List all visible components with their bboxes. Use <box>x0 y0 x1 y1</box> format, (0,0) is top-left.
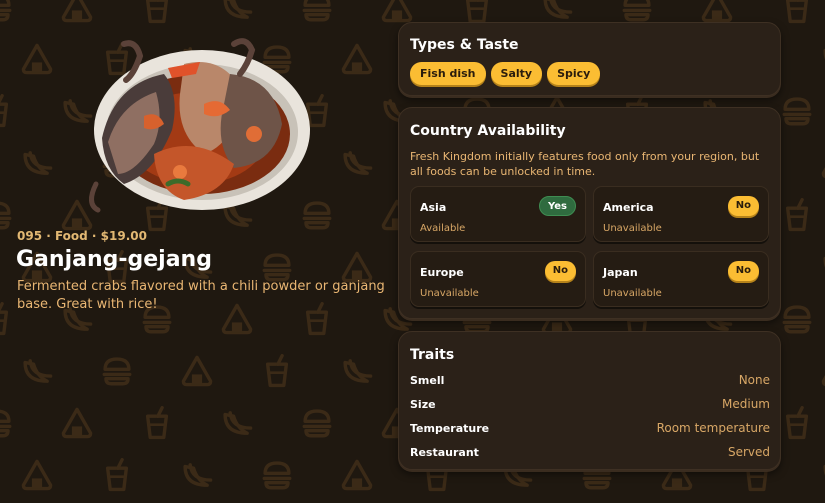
burger-icon <box>262 461 292 490</box>
tag-salty[interactable]: Salty <box>490 62 543 85</box>
burger-icon <box>302 0 332 22</box>
country-status: Unavailable <box>603 288 662 299</box>
banana-icon <box>343 151 373 175</box>
drink-cup-icon <box>145 406 169 440</box>
country-cell-america: America No Unavailable <box>593 186 769 242</box>
food-name-title: Ganjang-gejang <box>16 247 212 272</box>
burger-icon <box>302 409 332 438</box>
trait-row-smell: Smell None <box>410 372 770 388</box>
food-meta-line: 095 · Food · $19.00 <box>17 229 147 243</box>
burger-icon <box>0 409 12 438</box>
trait-label: Temperature <box>410 421 490 435</box>
trait-label: Size <box>410 397 436 411</box>
drink-cup-icon <box>465 0 489 24</box>
trait-row-temperature: Temperature Room temperature <box>410 420 770 436</box>
onigiri-icon <box>341 251 373 283</box>
availability-badge: Yes <box>538 196 576 216</box>
onigiri-icon <box>21 459 53 491</box>
types-taste-card: Types & Taste Fish dish Salty Spicy <box>398 22 781 96</box>
onigiri-icon <box>181 355 213 387</box>
banana-icon <box>23 359 53 383</box>
drink-cup-icon <box>105 458 129 492</box>
banana-icon <box>23 151 53 175</box>
crab-dish-image <box>89 38 310 213</box>
trait-value: None <box>738 373 770 387</box>
country-availability-note: Fresh Kingdom initially features food on… <box>410 150 760 178</box>
drink-cup-icon <box>265 354 289 388</box>
burger-icon <box>0 201 12 230</box>
country-availability-card: Country Availability Fresh Kingdom initi… <box>398 107 781 319</box>
trait-label: Smell <box>410 373 445 387</box>
country-cell-japan: Japan No Unavailable <box>593 251 769 307</box>
country-name: Japan <box>603 266 638 279</box>
burger-icon <box>782 97 812 126</box>
banana-icon <box>223 0 253 19</box>
drink-cup-icon <box>785 198 809 232</box>
country-name: Europe <box>420 266 464 279</box>
drink-cup-icon <box>785 0 809 24</box>
onigiri-icon <box>381 0 413 23</box>
drink-cup-icon <box>785 406 809 440</box>
banana-icon <box>343 359 373 383</box>
burger-icon <box>782 305 812 334</box>
onigiri-icon <box>701 0 733 23</box>
tag-fish-dish[interactable]: Fish dish <box>410 62 486 85</box>
banana-icon <box>543 0 573 19</box>
trait-label: Restaurant <box>410 445 479 459</box>
trait-row-restaurant: Restaurant Served <box>410 444 770 460</box>
onigiri-icon <box>61 407 93 439</box>
country-name: America <box>603 201 654 214</box>
traits-title: Traits <box>410 347 455 363</box>
onigiri-icon <box>21 43 53 75</box>
traits-card: Traits Smell None Size Medium Temperatur… <box>398 331 781 470</box>
food-description: Fermented crabs flavored with a chili po… <box>17 279 385 312</box>
banana-icon <box>183 463 213 487</box>
drink-cup-icon <box>0 94 9 128</box>
burger-icon <box>622 0 652 22</box>
onigiri-icon <box>61 0 93 23</box>
trait-value: Room temperature <box>656 421 770 435</box>
onigiri-icon <box>341 43 373 75</box>
country-status: Available <box>420 223 466 234</box>
country-availability-title: Country Availability <box>410 123 566 139</box>
banana-icon <box>223 411 253 435</box>
availability-badge: No <box>727 261 759 281</box>
trait-row-size: Size Medium <box>410 396 770 412</box>
drink-cup-icon <box>145 0 169 24</box>
country-cell-asia: Asia Yes Available <box>410 186 586 242</box>
country-cell-europe: Europe No Unavailable <box>410 251 586 307</box>
tag-spicy[interactable]: Spicy <box>547 62 601 85</box>
burger-icon <box>102 357 132 386</box>
types-taste-title: Types & Taste <box>410 37 519 53</box>
country-grid: Asia Yes Available America No Unavailabl… <box>410 186 770 309</box>
country-status: Unavailable <box>603 223 662 234</box>
burger-icon <box>262 253 292 282</box>
burger-icon <box>0 0 12 22</box>
drink-cup-icon <box>0 302 9 336</box>
country-name: Asia <box>420 201 447 214</box>
taste-tag-list: Fish dish Salty Spicy <box>410 62 601 85</box>
availability-badge: No <box>727 196 759 216</box>
country-status: Unavailable <box>420 288 479 299</box>
trait-value: Medium <box>722 397 770 411</box>
trait-value: Served <box>727 445 770 459</box>
onigiri-icon <box>341 459 373 491</box>
availability-badge: No <box>544 261 576 281</box>
